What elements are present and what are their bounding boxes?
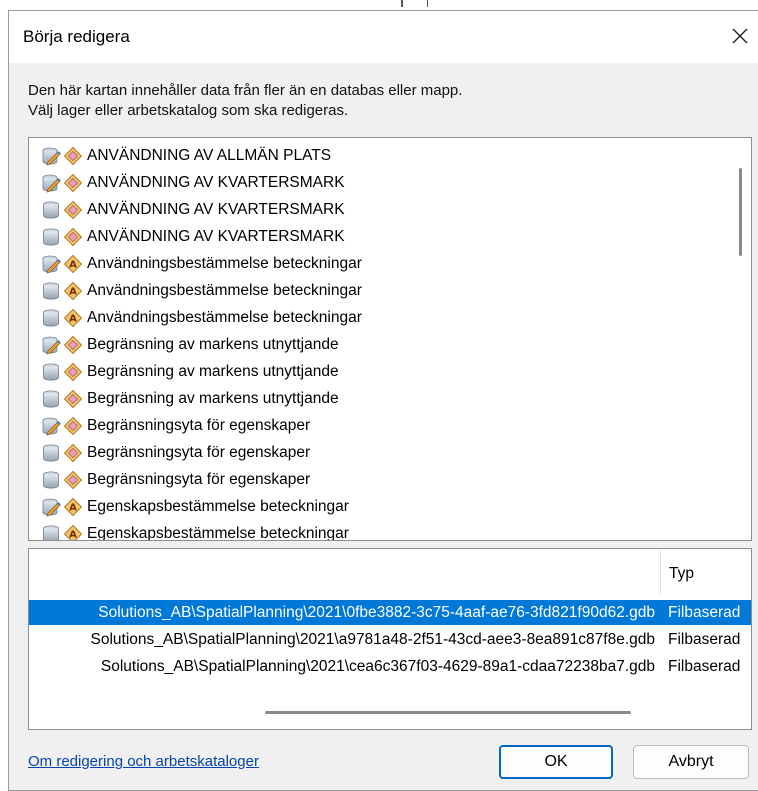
- polygon-feature-icon: [63, 362, 83, 382]
- list-item-label: Egenskapsbestämmelse beteckningar: [87, 497, 349, 515]
- list-item[interactable]: A Användningsbestämmelse beteckningar: [29, 250, 729, 277]
- list-item-label: ANVÄNDNING AV KVARTERSMARK: [87, 227, 345, 245]
- workspace-type: Filbaserad: [668, 604, 741, 621]
- workspace-table[interactable]: Typ Solutions_AB\SpatialPlanning\2021\0f…: [28, 548, 752, 730]
- polygon-feature-icon: [63, 200, 83, 220]
- list-item[interactable]: ANVÄNDNING AV KVARTERSMARK: [29, 169, 729, 196]
- ok-button[interactable]: OK: [499, 745, 613, 779]
- annotation-icon: A: [63, 281, 83, 301]
- background-strip: [0, 0, 758, 10]
- svg-text:A: A: [69, 529, 77, 540]
- list-item-label: Begränsningsyta för egenskaper: [87, 443, 311, 461]
- polygon-feature-icon: [63, 389, 83, 409]
- svg-text:A: A: [69, 502, 77, 513]
- workspace-path: Solutions_AB\SpatialPlanning\2021\0fbe38…: [98, 604, 655, 621]
- list-item[interactable]: A Egenskapsbestämmelse beteckningar: [29, 520, 729, 541]
- list-item[interactable]: A Användningsbestämmelse beteckningar: [29, 304, 729, 331]
- close-icon: [732, 28, 748, 44]
- svg-text:A: A: [69, 286, 77, 297]
- annotation-icon: A: [63, 524, 83, 540]
- vertical-scrollbar-thumb[interactable]: [739, 168, 742, 256]
- table-row[interactable]: Solutions_AB\SpatialPlanning\2021\0fbe38…: [29, 600, 751, 625]
- database-icon: [41, 281, 61, 301]
- list-item[interactable]: A Användningsbestämmelse beteckningar: [29, 277, 729, 304]
- list-item[interactable]: ANVÄNDNING AV KVARTERSMARK: [29, 223, 729, 250]
- annotation-icon: A: [63, 497, 83, 517]
- help-link[interactable]: Om redigering och arbetskataloger: [28, 753, 259, 770]
- polygon-feature-icon: [63, 443, 83, 463]
- annotation-icon: A: [63, 254, 83, 274]
- workspace-path: Solutions_AB\SpatialPlanning\2021\cea6c3…: [100, 658, 655, 675]
- polygon-feature-icon: [63, 335, 83, 355]
- database-icon: [41, 362, 61, 382]
- cancel-button[interactable]: Avbryt: [633, 745, 749, 779]
- database-icon: [41, 389, 61, 409]
- table-row[interactable]: Solutions_AB\SpatialPlanning\2021\a9781a…: [29, 627, 751, 652]
- layer-list[interactable]: ANVÄNDNING AV ALLMÄN PLATS ANVÄNDNING AV …: [28, 137, 752, 541]
- list-item[interactable]: A Egenskapsbestämmelse beteckningar: [29, 493, 729, 520]
- list-item-label: Begränsningsyta för egenskaper: [87, 416, 311, 434]
- list-item[interactable]: ANVÄNDNING AV ALLMÄN PLATS: [29, 142, 729, 169]
- list-item-label: Begränsningsyta för egenskaper: [87, 470, 311, 488]
- list-item[interactable]: Begränsning av markens utnyttjande: [29, 331, 729, 358]
- svg-text:A: A: [69, 313, 77, 324]
- description-line: Den här kartan innehåller data från fler…: [28, 82, 463, 99]
- list-item[interactable]: Begränsning av markens utnyttjande: [29, 358, 729, 385]
- list-item[interactable]: ANVÄNDNING AV KVARTERSMARK: [29, 196, 729, 223]
- list-item-label: Begränsning av markens utnyttjande: [87, 335, 339, 353]
- database-icon: [41, 227, 61, 247]
- list-item[interactable]: Begränsningsyta för egenskaper: [29, 439, 729, 466]
- list-item-label: Begränsning av markens utnyttjande: [87, 362, 339, 380]
- description-line: Välj lager eller arbetskatalog som ska r…: [28, 102, 349, 119]
- list-item-label: Användningsbestämmelse beteckningar: [87, 254, 362, 272]
- title-bar: Börja redigera: [9, 11, 758, 63]
- editable-layer-icon: [41, 254, 61, 274]
- editable-layer-icon: [41, 497, 61, 517]
- polygon-feature-icon: [63, 227, 83, 247]
- column-header-type[interactable]: Typ: [669, 565, 694, 583]
- editable-layer-icon: [41, 335, 61, 355]
- list-item[interactable]: Begränsningsyta för egenskaper: [29, 412, 729, 439]
- dialog-description: Den här kartan innehåller data från fler…: [28, 81, 462, 121]
- list-item-label: ANVÄNDNING AV KVARTERSMARK: [87, 173, 345, 191]
- table-header: Typ: [29, 549, 751, 595]
- polygon-feature-icon: [63, 146, 83, 166]
- list-item-label: Egenskapsbestämmelse beteckningar: [87, 524, 349, 541]
- list-item-label: Användningsbestämmelse beteckningar: [87, 281, 362, 299]
- start-editing-dialog: Börja redigera Den här kartan innehåller…: [8, 10, 758, 791]
- annotation-icon: A: [63, 308, 83, 328]
- editable-layer-icon: [41, 173, 61, 193]
- list-item-label: ANVÄNDNING AV KVARTERSMARK: [87, 200, 345, 218]
- workspace-path-cell: Solutions_AB\SpatialPlanning\2021\a9781a…: [29, 631, 655, 649]
- workspace-path-cell: Solutions_AB\SpatialPlanning\2021\0fbe38…: [29, 604, 655, 622]
- polygon-feature-icon: [63, 470, 83, 490]
- database-icon: [41, 524, 61, 540]
- column-divider[interactable]: [660, 549, 661, 595]
- database-icon: [41, 470, 61, 490]
- editable-layer-icon: [41, 146, 61, 166]
- list-item[interactable]: Begränsning av markens utnyttjande: [29, 385, 729, 412]
- background-tick: [427, 0, 428, 7]
- database-icon: [41, 443, 61, 463]
- list-item-label: Användningsbestämmelse beteckningar: [87, 308, 362, 326]
- workspace-path-cell: Solutions_AB\SpatialPlanning\2021\cea6c3…: [29, 658, 655, 676]
- dialog-title: Börja redigera: [23, 27, 130, 46]
- database-icon: [41, 308, 61, 328]
- polygon-feature-icon: [63, 173, 83, 193]
- horizontal-scrollbar-thumb[interactable]: [265, 711, 631, 714]
- polygon-feature-icon: [63, 416, 83, 436]
- workspace-type: Filbaserad: [668, 658, 741, 675]
- background-tick: [401, 0, 403, 7]
- close-button[interactable]: [725, 21, 755, 51]
- workspace-path: Solutions_AB\SpatialPlanning\2021\a9781a…: [90, 631, 655, 648]
- list-item-label: Begränsning av markens utnyttjande: [87, 389, 339, 407]
- editable-layer-icon: [41, 416, 61, 436]
- workspace-type: Filbaserad: [668, 631, 741, 648]
- table-row[interactable]: Solutions_AB\SpatialPlanning\2021\cea6c3…: [29, 654, 751, 679]
- svg-text:A: A: [69, 259, 77, 270]
- list-item-label: ANVÄNDNING AV ALLMÄN PLATS: [87, 146, 332, 164]
- database-icon: [41, 200, 61, 220]
- list-item[interactable]: Begränsningsyta för egenskaper: [29, 466, 729, 493]
